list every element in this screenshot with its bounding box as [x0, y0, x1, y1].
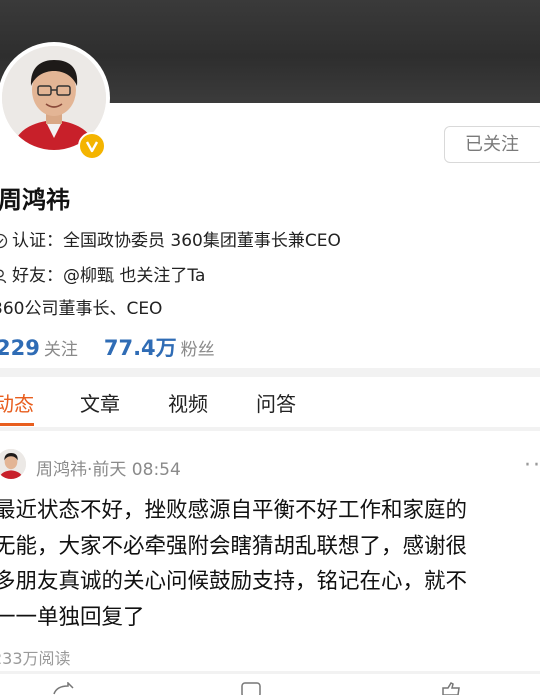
following-count: 229: [0, 336, 40, 360]
following-button[interactable]: 已关注: [444, 126, 540, 163]
profile-tabs: 动态 文章 视频 问答: [0, 377, 540, 427]
friends-text: @柳甄 也关注了Ta: [63, 266, 206, 286]
following-stat[interactable]: 229 关注: [0, 336, 104, 360]
post-line: 一一单独回复了: [0, 604, 145, 630]
more-options-icon[interactable]: ··: [524, 455, 540, 477]
followers-count: 77.4万: [103, 336, 177, 360]
like-icon[interactable]: [440, 682, 462, 695]
comment-icon[interactable]: [240, 682, 262, 695]
post-line: 多朋友真诚的关心问候鼓励支持，铭记在心，就不: [0, 569, 468, 594]
tab-activity[interactable]: 动态: [0, 388, 34, 417]
verified-check-icon: [0, 233, 8, 254]
post-line: 最近状态不好，挫败感源自平衡不好工作和家庭的: [0, 498, 468, 523]
following-label: 关注: [43, 340, 78, 360]
post-time: 前天 08:54: [92, 460, 181, 480]
profile-name: 周鸿祎: [0, 186, 70, 214]
tab-videos[interactable]: 视频: [168, 388, 208, 417]
friends-label: 好友：: [12, 266, 63, 286]
profile-stats: 229 关注 77.4万 粉丝: [0, 332, 241, 362]
followers-label: 粉丝: [180, 340, 215, 360]
post-body: 最近状态不好，挫败感源自平衡不好工作和家庭的 无能，大家不必牵强附会瞎猜胡乱联想…: [0, 493, 540, 635]
post-author[interactable]: 周鸿祎: [36, 460, 87, 480]
post-line: 无能，大家不必牵强附会瞎猜胡乱联想了，感谢很: [0, 533, 468, 559]
verification-row: 认证：全国政协委员 360集团董事长兼CEO: [0, 226, 341, 254]
post-meta: 周鸿祎·前天 08:54: [36, 455, 181, 480]
tab-articles[interactable]: 文章: [80, 388, 120, 417]
verification-label: 认证：: [12, 231, 63, 251]
read-count: 233万阅读: [0, 649, 71, 668]
friend-user-icon: [0, 268, 8, 289]
verification-text: 全国政协委员 360集团董事长兼CEO: [63, 231, 341, 251]
tab-qa[interactable]: 问答: [256, 388, 296, 417]
profile-bio: 360公司董事长、CEO: [0, 299, 163, 319]
verified-badge-icon: [78, 132, 106, 160]
followers-stat[interactable]: 77.4万 粉丝: [104, 336, 241, 360]
post-action-bar: [0, 674, 540, 695]
share-icon[interactable]: [52, 682, 74, 695]
post-card[interactable]: 周鸿祎·前天 08:54 ·· 最近状态不好，挫败感源自平衡不好工作和家庭的 无…: [0, 431, 540, 671]
active-tab-indicator: [0, 423, 34, 426]
friends-row[interactable]: 好友：@柳甄 也关注了Ta: [0, 261, 205, 289]
post-author-avatar[interactable]: [0, 449, 26, 479]
